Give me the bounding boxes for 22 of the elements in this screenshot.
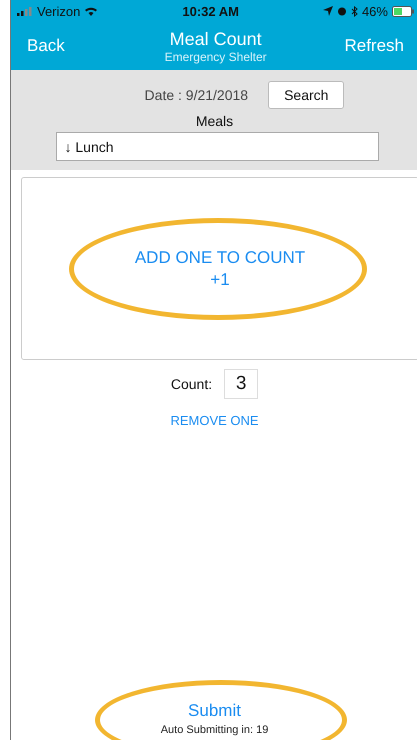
battery-percent: 46%: [362, 4, 388, 18]
status-time: 10:32 AM: [182, 4, 239, 18]
meals-label: Meals: [196, 113, 234, 129]
meal-select[interactable]: ↓ Lunch: [56, 132, 378, 161]
battery-icon: [392, 6, 414, 16]
remove-one-button[interactable]: REMOVE ONE: [166, 411, 263, 430]
auto-submit-countdown: Auto Submitting in: 19: [160, 724, 268, 736]
refresh-button[interactable]: Refresh: [344, 36, 404, 56]
date-label: Date : 9/21/2018: [144, 87, 248, 103]
screen-title: Meal Count: [170, 28, 262, 50]
submit-button[interactable]: Submit: [188, 701, 241, 721]
screen-subtitle: Emergency Shelter: [164, 50, 267, 64]
search-button[interactable]: Search: [268, 81, 344, 109]
location-arrow-icon: [322, 6, 333, 16]
carrier-name: Verizon: [37, 4, 80, 18]
count-value: 3: [224, 369, 258, 399]
count-label: Count:: [170, 376, 212, 392]
wifi-icon: [84, 6, 98, 16]
back-button[interactable]: Back: [27, 36, 65, 56]
bluetooth-icon: [350, 6, 358, 16]
add-one-button[interactable]: ADD ONE TO COUNT +1: [21, 177, 417, 360]
signal-icon: [17, 6, 33, 16]
